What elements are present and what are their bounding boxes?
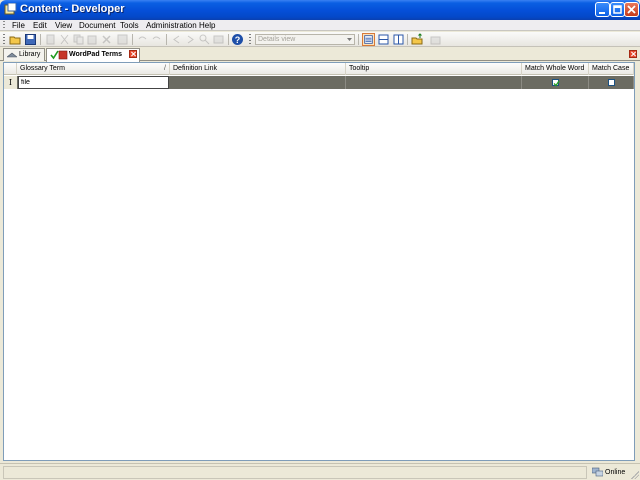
maximize-button[interactable]: [610, 2, 625, 17]
toolbar-separator: [228, 34, 229, 45]
sync-icon[interactable]: [429, 33, 442, 46]
copy-icon[interactable]: [72, 33, 85, 46]
row-edit-indicator: I: [4, 76, 17, 89]
toolbar: ? Details view: [0, 32, 640, 47]
sort-indicator-icon: /: [164, 65, 166, 72]
resize-grip[interactable]: [629, 469, 639, 479]
glossary-term-input[interactable]: [18, 76, 169, 89]
document-tabs: Library WordPad Terms: [0, 48, 640, 62]
library-icon: [7, 52, 17, 58]
row-header-corner: [4, 63, 17, 75]
column-header-definition-link[interactable]: Definition Link: [170, 63, 346, 75]
new-icon[interactable]: [44, 33, 57, 46]
match-whole-word-checkbox[interactable]: [552, 79, 560, 87]
match-case-checkbox[interactable]: [608, 79, 615, 86]
menu-file[interactable]: File: [12, 20, 25, 31]
properties-icon[interactable]: [116, 33, 129, 46]
menu-edit[interactable]: Edit: [33, 20, 47, 31]
column-header-match-case[interactable]: Match Case: [589, 63, 634, 75]
close-icon: [627, 5, 636, 14]
delete-icon[interactable]: [100, 33, 113, 46]
check-doc-icon: [50, 50, 68, 60]
chevron-down-icon: [347, 38, 352, 41]
open-folder-icon[interactable]: [9, 33, 22, 46]
column-header-match-whole-word[interactable]: Match Whole Word: [522, 63, 589, 75]
tab-wordpad-terms-label: WordPad Terms: [69, 51, 123, 58]
status-message-panel: [3, 466, 587, 479]
title-bar: Content - Developer: [0, 0, 640, 20]
app-icon: [4, 3, 17, 15]
tab-library[interactable]: Library: [3, 48, 45, 61]
menu-help[interactable]: Help: [199, 20, 215, 31]
help-icon[interactable]: ?: [231, 33, 244, 46]
table-row[interactable]: I: [4, 76, 634, 89]
online-status-icon: [592, 467, 603, 477]
toolbar-grip: [249, 34, 251, 45]
toolbar-separator: [407, 34, 408, 45]
connection-status: Online: [605, 469, 626, 476]
column-header-glossary-term[interactable]: Glossary Term /: [17, 63, 170, 75]
match-whole-word-cell[interactable]: [522, 76, 589, 89]
menu-view[interactable]: View: [55, 20, 72, 31]
replace-icon[interactable]: [212, 33, 225, 46]
column-header-label: Match Whole Word: [525, 65, 585, 72]
glossary-grid: Glossary Term / Definition Link Tooltip …: [3, 62, 635, 461]
folder-up-icon[interactable]: [411, 33, 424, 46]
window-title: Content - Developer: [20, 3, 125, 15]
view-select[interactable]: Details view: [255, 34, 355, 45]
grid-header: Glossary Term / Definition Link Tooltip …: [4, 63, 634, 75]
menu-tools[interactable]: Tools: [120, 20, 139, 31]
minimize-button[interactable]: [595, 2, 610, 17]
back-icon[interactable]: [170, 33, 183, 46]
paste-icon[interactable]: [86, 33, 99, 46]
column-header-label: Match Case: [592, 65, 630, 72]
svg-text:?: ?: [235, 35, 241, 45]
definition-link-cell[interactable]: [170, 76, 346, 89]
menu-administration[interactable]: Administration: [146, 20, 197, 31]
match-case-cell[interactable]: [589, 76, 634, 89]
tab-library-label: Library: [19, 51, 41, 58]
maximize-icon: [613, 5, 622, 14]
undo-icon[interactable]: [136, 33, 149, 46]
columns-icon[interactable]: [392, 33, 405, 46]
cut-icon[interactable]: [58, 33, 71, 46]
tab-wordpad-terms[interactable]: WordPad Terms: [46, 48, 140, 62]
toolbar-separator: [358, 34, 359, 45]
menu-grip: [3, 21, 5, 30]
minimize-icon: [599, 12, 605, 14]
save-icon[interactable]: [24, 33, 37, 46]
toolbar-separator: [166, 34, 167, 45]
redo-icon[interactable]: [150, 33, 163, 46]
forward-icon[interactable]: [184, 33, 197, 46]
close-button[interactable]: [624, 2, 639, 17]
view-select-value: Details view: [258, 36, 296, 43]
checkmark-icon: [553, 80, 560, 87]
toolbar-separator: [132, 34, 133, 45]
toolbar-grip: [3, 34, 5, 45]
menu-bar: File Edit View Document Tools Administra…: [0, 20, 640, 31]
tab-close-icon[interactable]: [129, 50, 137, 58]
list-view-icon[interactable]: [377, 33, 390, 46]
column-header-label: Tooltip: [349, 65, 370, 72]
close-document-icon[interactable]: [629, 50, 637, 58]
column-header-label: Definition Link: [173, 65, 217, 72]
find-icon[interactable]: [198, 33, 211, 46]
tooltip-cell[interactable]: [346, 76, 522, 89]
column-header-tooltip[interactable]: Tooltip: [346, 63, 522, 75]
toolbar-separator: [40, 34, 41, 45]
column-header-label: Glossary Term: [20, 65, 65, 72]
details-view-icon[interactable]: [362, 33, 375, 46]
status-bar: Online: [0, 463, 640, 480]
menu-document[interactable]: Document: [79, 20, 115, 31]
